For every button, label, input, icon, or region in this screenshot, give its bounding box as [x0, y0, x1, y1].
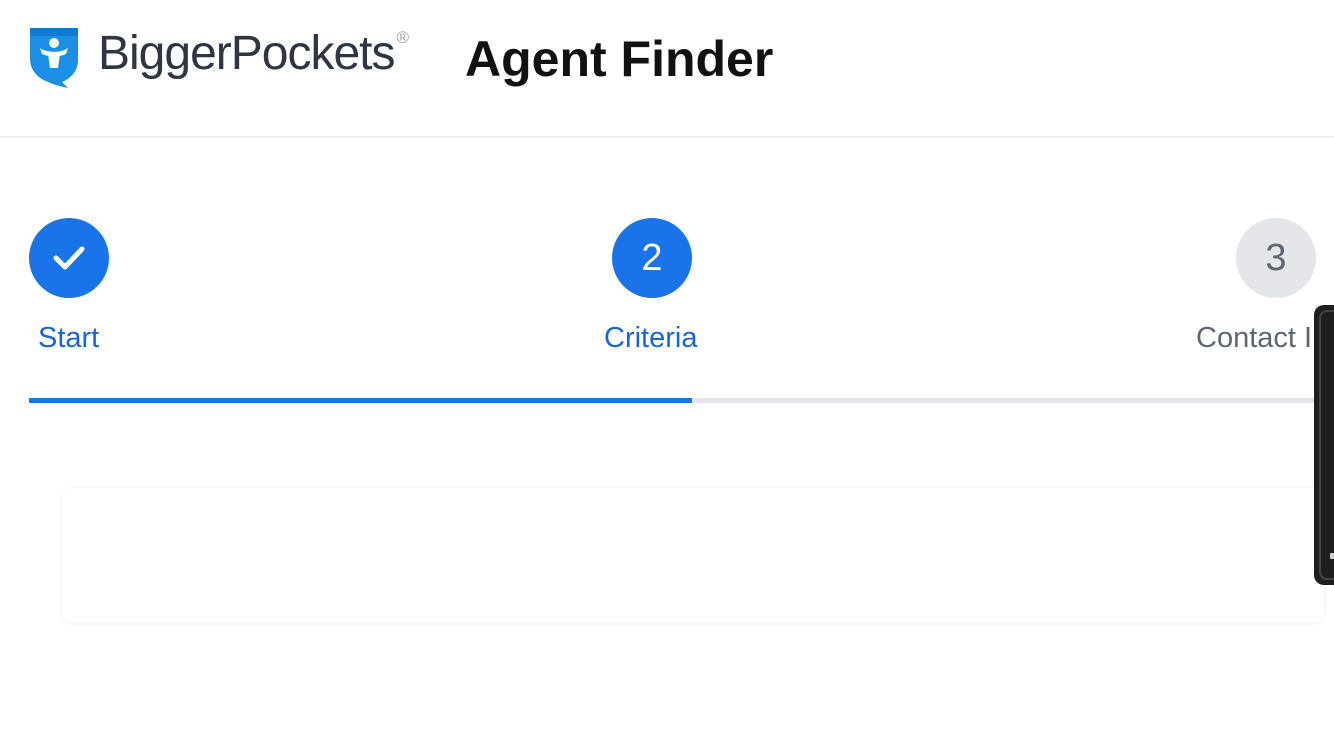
biggerpockets-logo[interactable]: BiggerPockets ®	[28, 26, 409, 88]
page-title: Agent Finder	[465, 31, 774, 87]
logo-wordmark: BiggerPockets ®	[98, 27, 409, 80]
side-widget-frame	[1319, 310, 1334, 580]
side-widget-icon	[1330, 553, 1334, 559]
step-criteria-label[interactable]: Criteria	[604, 320, 697, 356]
registered-mark: ®	[396, 28, 409, 47]
biggerpockets-logo-icon	[30, 28, 78, 88]
step-start-circle[interactable]	[29, 218, 109, 298]
app-header: BiggerPockets ® Agent Finder	[0, 0, 1334, 138]
step-contact-circle[interactable]: 3	[1236, 218, 1316, 298]
step-start-label[interactable]: Start	[38, 320, 99, 356]
step-contact-label[interactable]: Contact I	[1196, 320, 1312, 356]
side-feedback-widget[interactable]	[1314, 305, 1334, 585]
step-progress-fill	[29, 398, 692, 403]
step-progress-bar	[29, 398, 1334, 403]
check-icon	[53, 246, 85, 270]
step-criteria-circle[interactable]: 2	[612, 218, 692, 298]
content-card	[62, 488, 1324, 622]
